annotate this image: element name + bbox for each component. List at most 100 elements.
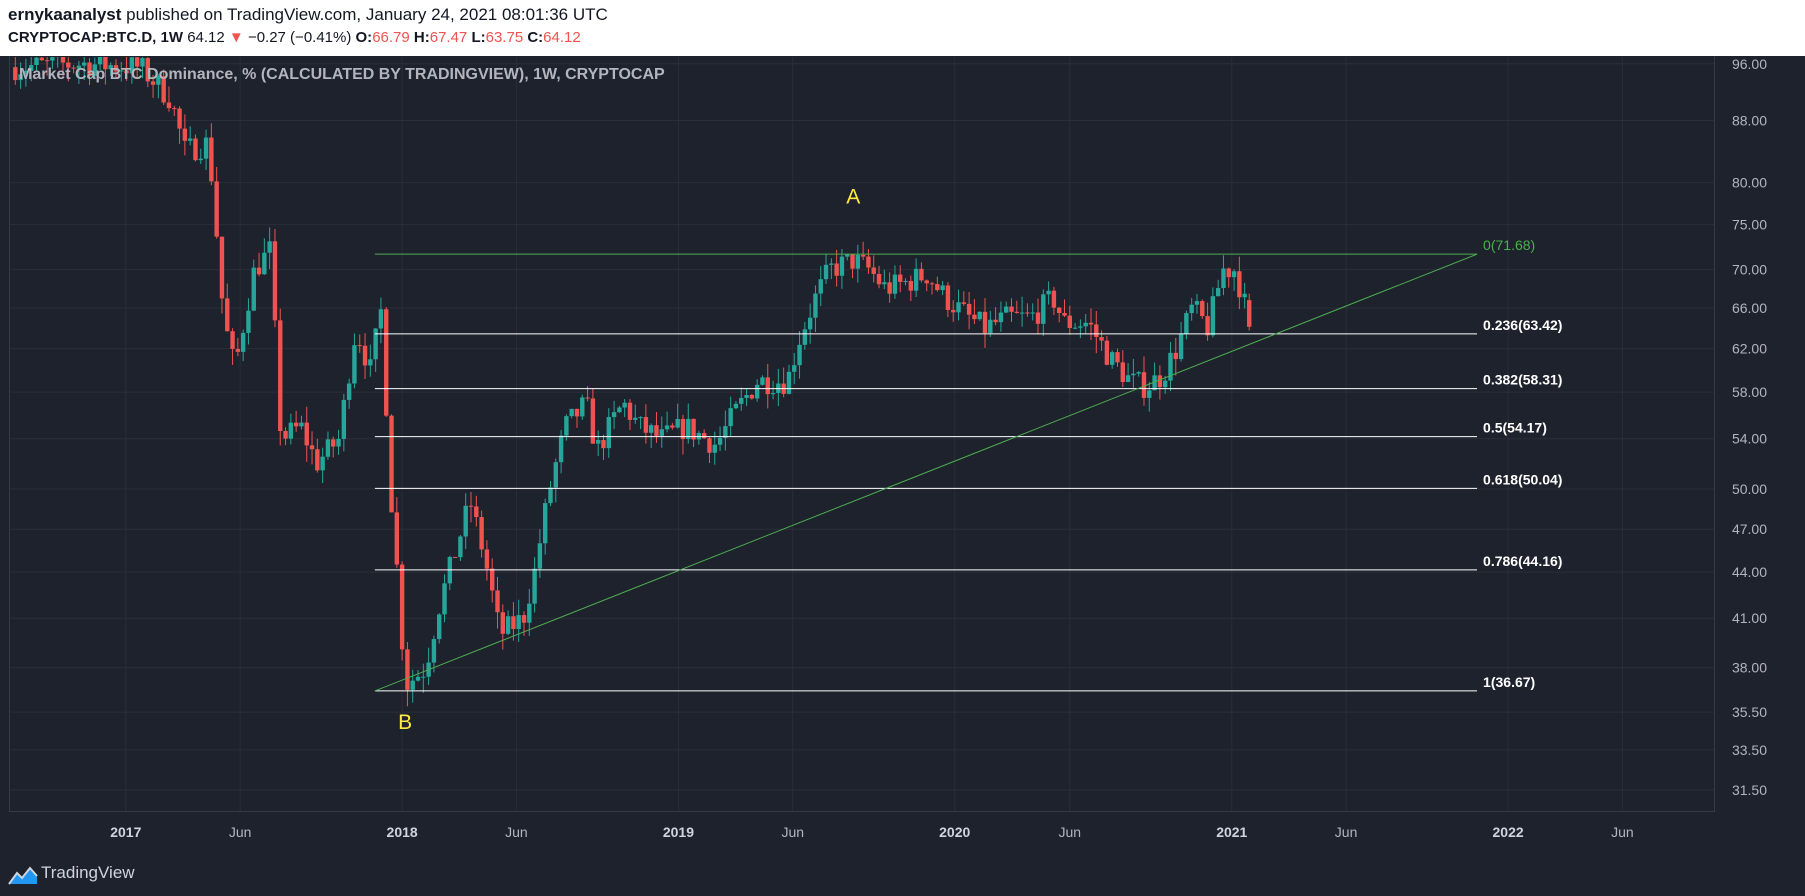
brand-name[interactable]: TradingView [41, 863, 135, 883]
candle-body [1120, 362, 1125, 382]
candle-body [1051, 290, 1057, 308]
candle-body [871, 267, 876, 274]
candle-body [193, 138, 198, 161]
candle-body [484, 549, 490, 569]
candle-body [293, 422, 299, 427]
candle-body [368, 359, 373, 366]
candle-body [452, 556, 458, 558]
candle-body [278, 320, 283, 431]
candle-body [256, 267, 262, 275]
candle-body [187, 138, 193, 141]
candle-body [341, 399, 347, 439]
candle-body [972, 314, 977, 320]
candle-body [855, 254, 861, 269]
candle-body [474, 506, 479, 518]
y-tick-label: 31.50 [1732, 782, 1767, 798]
x-tick-label: 2021 [1216, 824, 1247, 840]
candle-body [235, 348, 241, 352]
candle-body [288, 422, 294, 439]
candle-body [532, 568, 537, 604]
candle-body [50, 57, 55, 61]
fib-level-label: 0(71.68) [1483, 237, 1535, 253]
candle-body [1221, 268, 1226, 289]
candle-body [935, 284, 940, 291]
candle-body [823, 264, 829, 280]
candle-body [1194, 301, 1200, 305]
x-tick-label: Jun [1335, 824, 1358, 840]
x-tick-label: 2018 [387, 824, 418, 840]
candle-body [320, 456, 325, 471]
candle-body [807, 317, 813, 330]
candle-body [1062, 313, 1067, 316]
candle-body [1247, 300, 1252, 327]
candle-body [172, 108, 177, 110]
candle-body [834, 263, 839, 276]
candle-body [267, 241, 272, 253]
y-tick-label: 47.00 [1732, 521, 1767, 537]
candle-body [1226, 268, 1231, 278]
candle-body [182, 128, 188, 141]
candle-body [1067, 315, 1072, 328]
candle-body [1056, 307, 1062, 314]
candle-body [749, 394, 755, 399]
price-chart[interactable]: 96.00 88.00 80.00 75.00 70.00 66.00 62.00 58.00… [0, 0, 1805, 896]
wave-label-b: B [398, 711, 412, 734]
candle-body [44, 60, 50, 62]
candle-body [219, 236, 225, 299]
candle-body [675, 418, 680, 428]
candle-body [717, 437, 723, 445]
candle-body [272, 241, 278, 321]
candle-body [754, 384, 760, 399]
candle-body [1237, 271, 1242, 298]
candle-body [262, 252, 267, 275]
candle-body [251, 267, 256, 311]
candle-body [1231, 271, 1237, 278]
candle-body [548, 487, 553, 504]
x-tick-label: 2020 [939, 824, 970, 840]
y-tick-label: 44.00 [1732, 564, 1767, 580]
candle-body [1147, 390, 1152, 398]
candle-body [230, 331, 235, 349]
candle-body [908, 280, 914, 291]
candle-body [1035, 312, 1041, 324]
candle-body [442, 583, 447, 615]
candle-body [1136, 372, 1141, 374]
candle-body [670, 425, 675, 428]
fib-level-label: 0.786(44.16) [1483, 553, 1562, 569]
candle-body [982, 311, 988, 334]
x-tick-label: Jun [781, 824, 804, 840]
candle-body [887, 282, 892, 294]
candle-body [55, 57, 60, 58]
candle-body [421, 676, 426, 678]
candle-body [564, 416, 569, 436]
candle-body [516, 615, 521, 630]
candle-body [505, 616, 511, 634]
tradingview-logo-icon[interactable] [8, 864, 38, 891]
candle-body [362, 345, 368, 366]
candle-body [643, 417, 649, 433]
candle-body [1173, 352, 1178, 360]
candle-body [648, 425, 654, 433]
candle-body [569, 408, 574, 417]
fib-level-label: 0.5(54.17) [1483, 420, 1547, 436]
candle-body [739, 397, 744, 404]
candle-body [786, 371, 792, 394]
candle-body [1215, 288, 1221, 297]
candle-body [654, 425, 659, 436]
candle-body [352, 345, 357, 384]
candle-body [707, 438, 712, 453]
fib-level-label: 0.618(50.04) [1483, 471, 1562, 487]
y-tick-label: 80.00 [1732, 175, 1767, 191]
candle-body [542, 503, 548, 544]
fib-level-label: 0.236(63.42) [1483, 317, 1562, 333]
candle-body [680, 418, 686, 440]
candle-body [924, 280, 929, 284]
candle-body [839, 256, 845, 276]
x-tick-label: 2019 [663, 824, 694, 840]
candle-body [495, 590, 500, 613]
candle-body [993, 319, 998, 323]
candle-body [97, 57, 103, 65]
candle-body [1242, 293, 1247, 298]
candle-body [595, 440, 601, 444]
candle-body [431, 639, 437, 663]
